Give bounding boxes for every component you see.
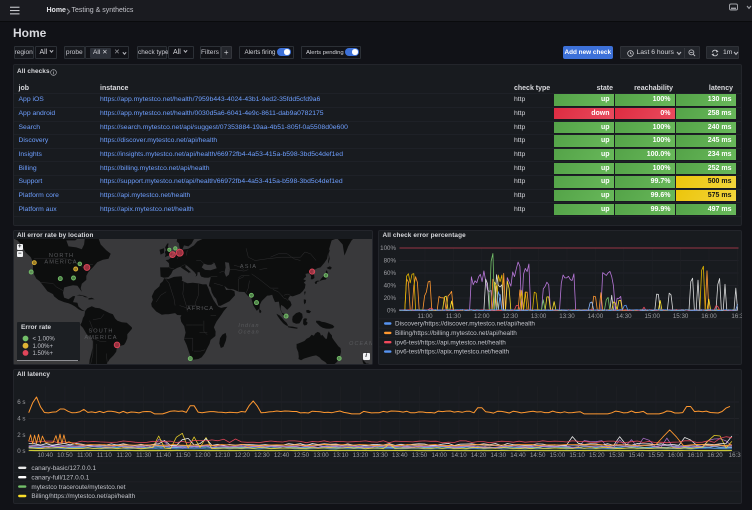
svg-text:AMERICA: AMERICA xyxy=(44,260,77,266)
svg-text:11:10: 11:10 xyxy=(96,452,112,459)
svg-text:11:20: 11:20 xyxy=(116,452,132,459)
svg-text:13:10: 13:10 xyxy=(332,452,348,459)
svg-text:15:10: 15:10 xyxy=(569,452,585,459)
svg-text:Billing/https://mytestco.net/a: Billing/https://mytestco.net/api/health xyxy=(31,493,135,500)
svg-text:11:00: 11:00 xyxy=(77,452,93,459)
svg-text:12:20: 12:20 xyxy=(234,452,250,459)
svg-text:OCEAN: OCEAN xyxy=(349,341,372,347)
svg-text:16:20: 16:20 xyxy=(707,452,723,459)
svg-text:13:30: 13:30 xyxy=(372,452,388,459)
svg-text:ipv6-test/https://apix.mytestc: ipv6-test/https://apix.mytestco.net/heal… xyxy=(395,348,509,355)
svg-text:0 s: 0 s xyxy=(17,448,25,455)
svg-text:16:10: 16:10 xyxy=(687,452,703,459)
svg-text:SOUTH: SOUTH xyxy=(88,329,113,335)
svg-text:15:20: 15:20 xyxy=(589,452,605,459)
svg-text:14:30: 14:30 xyxy=(490,452,506,459)
svg-text:12:40: 12:40 xyxy=(273,452,289,459)
svg-text:10:40: 10:40 xyxy=(37,452,53,459)
svg-text:16:3: 16:3 xyxy=(728,452,741,459)
svg-text:20%: 20% xyxy=(384,295,397,302)
svg-text:canary-basic/127.0.0.1: canary-basic/127.0.0.1 xyxy=(31,465,96,472)
svg-text:14:20: 14:20 xyxy=(470,452,486,459)
svg-text:6 s: 6 s xyxy=(17,399,25,406)
svg-text:13:40: 13:40 xyxy=(392,452,408,459)
svg-text:12:10: 12:10 xyxy=(214,452,230,459)
svg-text:10:50: 10:50 xyxy=(57,452,73,459)
svg-text:11:50: 11:50 xyxy=(175,452,191,459)
svg-text:ipv6-test/https://api.mytestco: ipv6-test/https://api.mytestco.net/healt… xyxy=(395,339,506,346)
svg-text:40%: 40% xyxy=(384,282,397,289)
svg-text:< 1.00%: < 1.00% xyxy=(33,336,56,342)
svg-text:13:20: 13:20 xyxy=(352,452,368,459)
svg-text:60%: 60% xyxy=(384,270,397,277)
svg-text:100%: 100% xyxy=(380,245,396,252)
svg-text:13:50: 13:50 xyxy=(411,452,427,459)
svg-text:16:00: 16:00 xyxy=(667,452,683,459)
svg-text:12:50: 12:50 xyxy=(293,452,309,459)
svg-text:1.00%+: 1.00%+ xyxy=(33,343,54,349)
svg-text:NORTH: NORTH xyxy=(48,253,73,259)
svg-text:Ocean: Ocean xyxy=(238,330,259,336)
svg-text:1.50%+: 1.50%+ xyxy=(33,351,54,357)
svg-text:15:40: 15:40 xyxy=(628,452,644,459)
svg-text:Indian: Indian xyxy=(238,323,259,329)
svg-text:Discovery/https://discover.myt: Discovery/https://discover.mytestco.net/… xyxy=(395,320,535,327)
svg-text:12:00: 12:00 xyxy=(195,452,211,459)
svg-text:80%: 80% xyxy=(384,257,397,264)
svg-text:15:50: 15:50 xyxy=(648,452,664,459)
svg-text:11:40: 11:40 xyxy=(155,452,171,459)
svg-text:14:10: 14:10 xyxy=(451,452,467,459)
svg-text:canary-full/127.0.0.1: canary-full/127.0.0.1 xyxy=(31,474,89,481)
svg-text:13:00: 13:00 xyxy=(313,452,329,459)
svg-text:2 s: 2 s xyxy=(17,431,25,438)
svg-text:15:30: 15:30 xyxy=(608,452,624,459)
svg-text:12:30: 12:30 xyxy=(254,452,270,459)
svg-text:ASIA: ASIA xyxy=(239,264,256,270)
svg-text:14:50: 14:50 xyxy=(529,452,545,459)
svg-text:15:00: 15:00 xyxy=(549,452,565,459)
svg-text:4 s: 4 s xyxy=(17,415,25,422)
svg-text:0%: 0% xyxy=(387,307,396,314)
svg-text:Billing/https://billing.mytest: Billing/https://billing.mytestco.net/api… xyxy=(395,330,517,337)
svg-text:14:00: 14:00 xyxy=(431,452,447,459)
svg-text:AFRICA: AFRICA xyxy=(186,306,213,312)
svg-text:AMERICA: AMERICA xyxy=(84,335,117,341)
svg-text:11:30: 11:30 xyxy=(136,452,152,459)
svg-text:mytestco traceroute/mytestco.n: mytestco traceroute/mytestco.net xyxy=(31,483,125,490)
svg-text:14:40: 14:40 xyxy=(510,452,526,459)
